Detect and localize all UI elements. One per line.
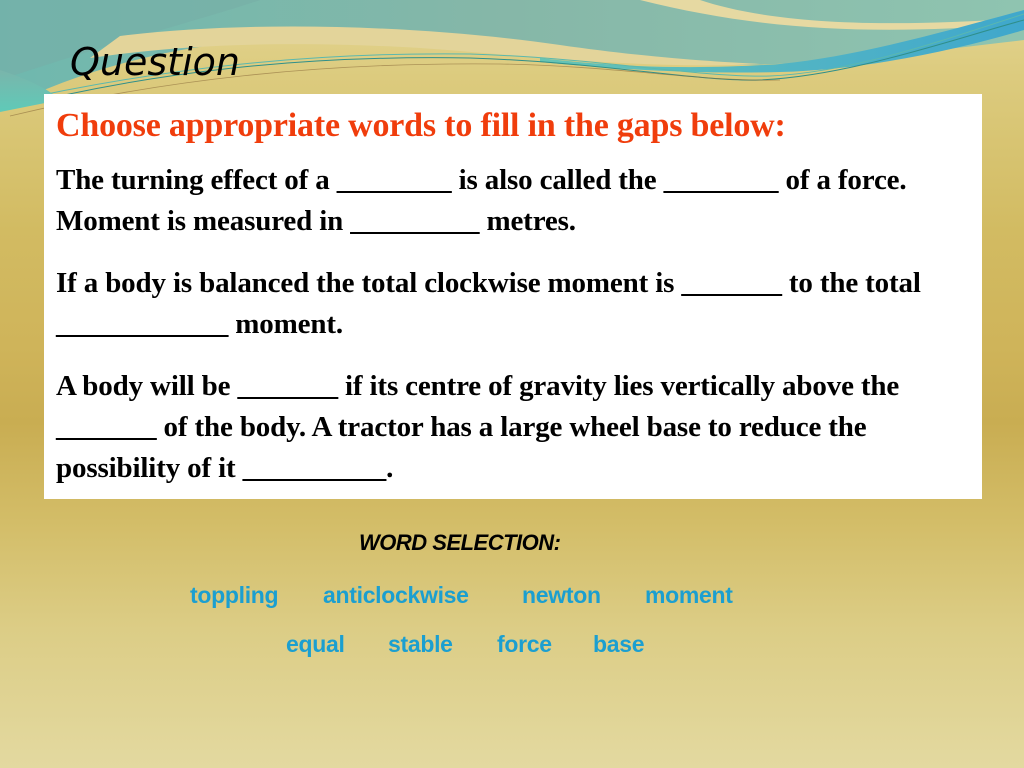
- word-option[interactable]: toppling: [190, 582, 279, 609]
- slide-title: Question: [70, 40, 240, 84]
- word-option[interactable]: base: [593, 631, 645, 658]
- instruction-text: Choose appropriate words to fill in the …: [56, 107, 786, 144]
- question-box: Choose appropriate words to fill in the …: [44, 94, 982, 499]
- word-option[interactable]: anticlockwise: [323, 582, 469, 609]
- word-selection-heading: WORD SELECTION:: [359, 530, 561, 555]
- word-option[interactable]: equal: [286, 631, 345, 658]
- word-option[interactable]: moment: [645, 582, 733, 609]
- word-option[interactable]: stable: [388, 631, 453, 658]
- question-paragraph-stability: A body will be _______ if its centre of …: [56, 370, 900, 484]
- question-paragraph-moment: The turning effect of a ________ is also…: [56, 164, 907, 237]
- word-option[interactable]: newton: [522, 582, 601, 609]
- question-paragraph-balance: If a body is balanced the total clockwis…: [56, 267, 921, 340]
- word-option[interactable]: force: [497, 631, 552, 658]
